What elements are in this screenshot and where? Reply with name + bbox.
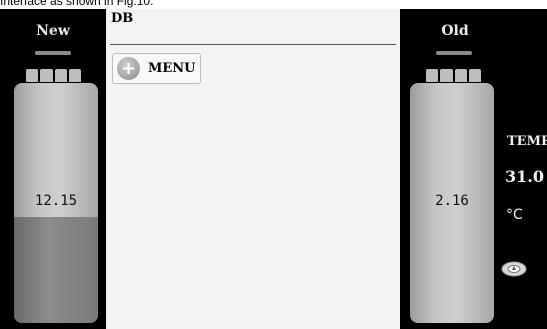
new-tank-dash [35,51,71,55]
caption-strip: Interface as shown in Fig.10. [0,0,547,9]
menu-button-label: MENU [148,61,196,76]
old-tank-value: 2.16 [435,193,469,209]
new-tank-fill [14,217,98,323]
temp-value: 31.0 [505,167,544,186]
old-tank-panel: Old 2.16 TEMP 31.0 °C [400,9,547,329]
temp-label: TEMP [507,134,547,149]
db-divider [110,44,396,45]
menu-button[interactable]: + MENU [112,53,201,84]
temp-unit: °C [506,207,523,223]
old-tank-gauge: 2.16 [410,83,494,323]
new-tank-title: New [36,23,70,39]
drop-icon[interactable] [501,261,527,277]
old-tank-title: Old [441,23,469,39]
new-tank-cap [26,69,81,82]
new-tank-panel: New 12.15 [0,9,106,329]
caption-text: Interface as shown in Fig.10. [0,0,154,8]
db-panel: DB + MENU [106,9,400,329]
new-tank-value: 12.15 [34,193,78,209]
old-tank-cap [426,69,481,82]
old-tank-dash [436,51,472,55]
new-tank-gauge: 12.15 [14,83,98,323]
plus-circle-icon: + [117,57,140,80]
db-title: DB [111,11,134,26]
